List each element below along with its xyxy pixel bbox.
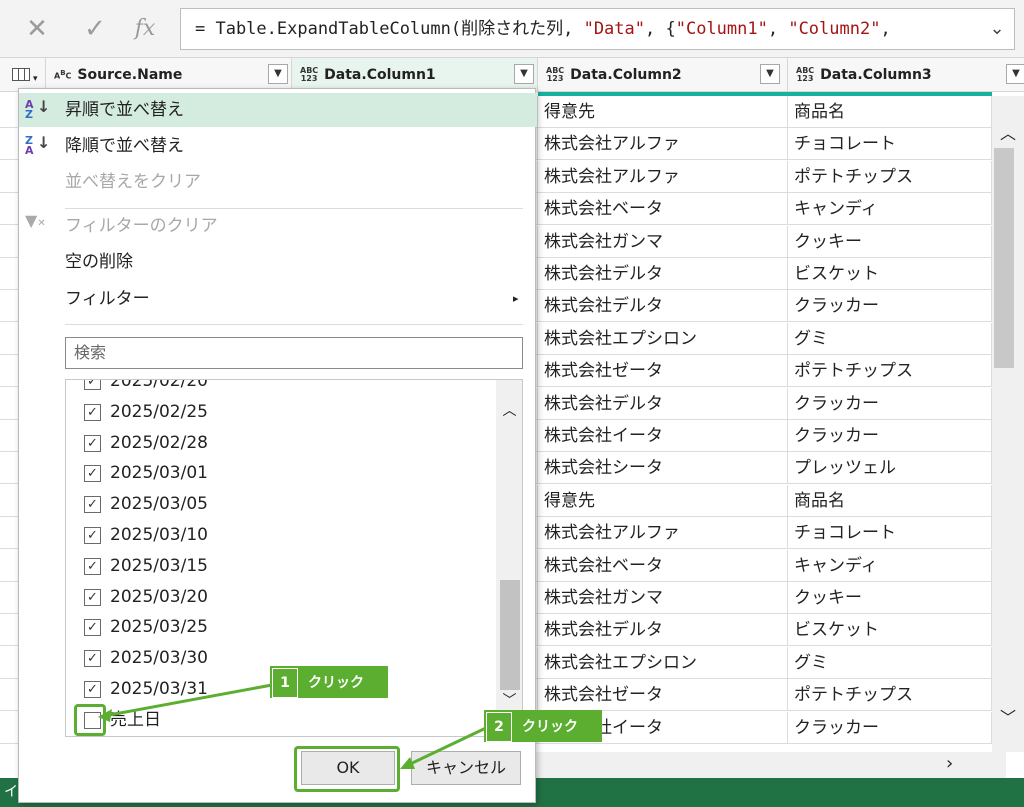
callout-number: 1 [272, 668, 298, 698]
callout-step-2: 2 クリック [484, 710, 602, 742]
callout-label: クリック [308, 675, 364, 691]
callout-step-1: 1 クリック [270, 666, 388, 698]
callout-label: クリック [522, 719, 578, 735]
callout-arrows [98, 683, 489, 769]
callout-number: 2 [486, 712, 512, 742]
